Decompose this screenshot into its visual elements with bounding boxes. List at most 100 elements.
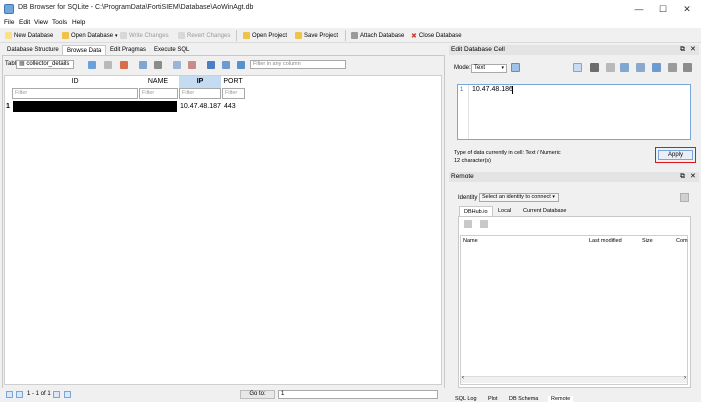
horizontal-scrollbar[interactable]: ‹ › (461, 375, 687, 383)
write-changes-icon (120, 32, 127, 39)
mode-select[interactable]: Text ▾ (471, 64, 507, 73)
save-cell-icon[interactable] (668, 63, 677, 72)
clear-filters-icon[interactable] (104, 61, 112, 69)
set-null-icon[interactable] (636, 63, 645, 72)
clear-sorting-icon[interactable] (120, 61, 128, 69)
identity-select[interactable]: Select an identity to connect ▾ (479, 193, 559, 202)
close-remote-icon[interactable]: ✕ (690, 172, 696, 182)
refresh-remote-icon[interactable] (480, 220, 488, 228)
cell-editor[interactable]: 1 10.47.48.186 (457, 84, 691, 140)
tab-browse-data[interactable]: Browse Data (62, 45, 107, 55)
filter-ip-input[interactable]: Filter (179, 88, 221, 99)
export-icon[interactable] (620, 63, 629, 72)
find-icon[interactable] (207, 61, 215, 69)
save-project-button[interactable]: Save Project (295, 30, 338, 41)
auto-switch-mode-icon[interactable] (511, 63, 520, 72)
cell-port[interactable]: 443 (222, 101, 246, 112)
tab-execute-sql[interactable]: Execute SQL (150, 45, 193, 55)
tab-edit-pragmas[interactable]: Edit Pragmas (106, 45, 150, 55)
apply-button[interactable]: Apply (658, 150, 693, 160)
scroll-right-icon[interactable]: › (684, 375, 686, 381)
tab-database-structure[interactable]: Database Structure (3, 45, 63, 55)
open-database-button[interactable]: Open Database ▾ (62, 30, 118, 41)
column-header-ip[interactable]: IP (179, 76, 221, 88)
table-select[interactable]: ▦ collector_details (16, 60, 74, 69)
column-header-port[interactable]: PORT (221, 76, 245, 88)
menu-edit[interactable]: Edit (19, 19, 30, 26)
auto-format-icon[interactable] (590, 63, 599, 72)
format-icon[interactable] (237, 61, 245, 69)
delete-record-icon[interactable] (188, 61, 196, 69)
identity-label: Identity (458, 195, 478, 201)
toolbar-separator (236, 30, 237, 41)
clone-icon[interactable] (464, 220, 472, 228)
float-panel-icon[interactable]: ⧉ (680, 45, 685, 55)
cell-value-text[interactable]: 10.47.48.186 (472, 86, 513, 93)
goto-button[interactable]: Go to: (240, 390, 275, 399)
line-number: 1 (460, 87, 464, 93)
column-header-name[interactable]: NAME (138, 76, 178, 88)
new-database-icon (5, 32, 12, 39)
find-replace-icon[interactable] (222, 61, 230, 69)
open-project-icon (243, 32, 250, 39)
identity-settings-icon[interactable] (680, 193, 689, 202)
filter-id-input[interactable]: Filter (12, 88, 138, 99)
filter-name-input[interactable]: Filter (139, 88, 178, 99)
close-panel-icon[interactable]: ✕ (690, 45, 696, 55)
first-record-button[interactable] (6, 391, 13, 398)
close-database-button[interactable]: ✖ Close Database (411, 30, 462, 41)
tab-dbhub[interactable]: DBHub.io (459, 206, 493, 216)
previous-record-button[interactable] (16, 391, 23, 398)
scroll-left-icon[interactable]: ‹ (462, 375, 464, 381)
import-icon[interactable] (606, 63, 615, 72)
redacted-id-name-cells[interactable] (13, 101, 177, 112)
new-database-button[interactable]: New Database (5, 30, 53, 41)
menu-help[interactable]: Help (72, 19, 85, 26)
attach-database-button[interactable]: Attach Database (351, 30, 404, 41)
refresh-icon[interactable] (88, 61, 96, 69)
filter-any-column-input[interactable]: Filter in any column (250, 60, 346, 69)
column-header-last-modified[interactable]: Last modified (589, 238, 622, 244)
size-info-text: 12 character(s) (454, 158, 491, 164)
print-cell-icon[interactable] (683, 63, 692, 72)
tab-plot[interactable]: Plot (488, 396, 497, 402)
record-status: 1 - 1 of 1 (27, 391, 51, 397)
menu-tools[interactable]: Tools (52, 19, 67, 26)
word-wrap-icon[interactable] (573, 63, 582, 72)
undo-icon[interactable] (652, 63, 661, 72)
column-header-name[interactable]: Name (463, 238, 478, 244)
tab-sql-log[interactable]: SQL Log (455, 396, 477, 402)
insert-record-icon[interactable] (173, 61, 181, 69)
cell-ip[interactable]: 10.47.48.187 (178, 101, 222, 112)
tab-local[interactable]: Local (494, 206, 515, 216)
column-header-commit[interactable]: Commit (676, 238, 688, 244)
next-record-button[interactable] (53, 391, 60, 398)
last-record-button[interactable] (64, 391, 71, 398)
open-project-button[interactable]: Open Project (243, 30, 287, 41)
menu-file[interactable]: File (4, 19, 14, 26)
column-header-id[interactable]: ID (12, 76, 138, 88)
revert-changes-button[interactable]: Revert Changes (178, 30, 230, 41)
save-filter-icon[interactable] (139, 61, 147, 69)
write-changes-button[interactable]: Write Changes (120, 30, 169, 41)
app-icon (4, 4, 14, 14)
line-number-gutter (468, 85, 469, 139)
close-window-button[interactable]: ✕ (676, 2, 698, 16)
tab-db-schema[interactable]: DB Schema (509, 396, 538, 402)
revert-changes-icon (178, 32, 185, 39)
tab-remote[interactable]: Remote (548, 396, 574, 402)
dropdown-arrow-icon: ▾ (115, 32, 118, 39)
goto-input[interactable]: 1 (278, 390, 438, 399)
attach-database-icon (351, 32, 358, 39)
toolbar-separator (345, 30, 346, 41)
row-number[interactable]: 1 (6, 101, 10, 112)
float-remote-icon[interactable]: ⧉ (680, 172, 685, 182)
menu-view[interactable]: View (34, 19, 48, 26)
column-header-size[interactable]: Size (642, 238, 653, 244)
tab-current-database[interactable]: Current Database (519, 206, 570, 216)
print-icon[interactable] (154, 61, 162, 69)
maximize-button[interactable]: ☐ (652, 2, 674, 16)
remote-file-list (460, 235, 688, 385)
minimize-button[interactable]: — (628, 2, 650, 16)
filter-port-input[interactable]: Filter (222, 88, 245, 99)
